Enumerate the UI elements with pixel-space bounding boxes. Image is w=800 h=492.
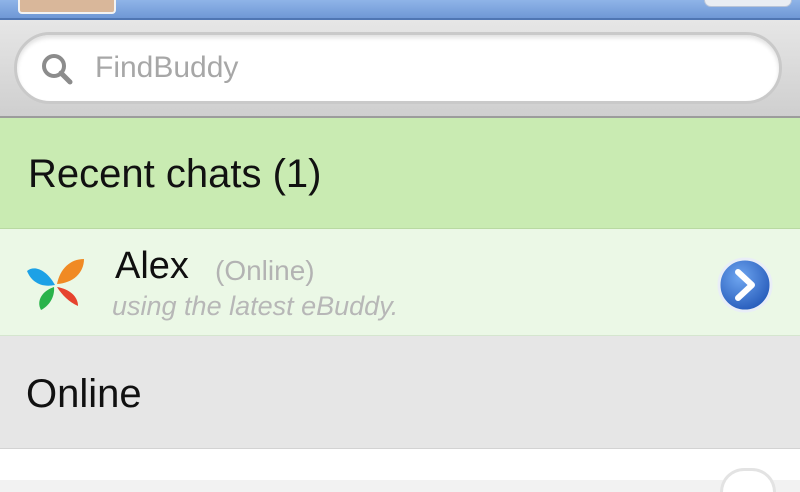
recent-chats-header: Recent chats (1) <box>0 118 800 229</box>
chevron-right-icon[interactable] <box>716 256 774 314</box>
contact-row[interactable]: Alex (Online) using the latest eBuddy. <box>0 229 800 336</box>
online-header: Online <box>0 336 800 449</box>
profile-thumbnail[interactable] <box>18 0 116 14</box>
recent-chats-title: Recent chats (1) <box>28 152 322 196</box>
search-placeholder: FindBuddy <box>95 51 239 84</box>
online-title: Online <box>26 372 142 416</box>
search-input[interactable]: FindBuddy <box>14 32 782 104</box>
search-icon <box>42 54 73 85</box>
top-right-button[interactable] <box>704 0 792 7</box>
msn-butterfly-icon <box>27 259 84 310</box>
contact-row-partial[interactable] <box>0 449 800 480</box>
contact-status: (Online) <box>215 255 315 286</box>
top-navigation-bar <box>0 0 800 20</box>
search-bar: FindBuddy <box>0 20 800 118</box>
contact-name: Alex <box>115 245 189 287</box>
contact-status-message: using the latest eBuddy. <box>112 291 399 321</box>
